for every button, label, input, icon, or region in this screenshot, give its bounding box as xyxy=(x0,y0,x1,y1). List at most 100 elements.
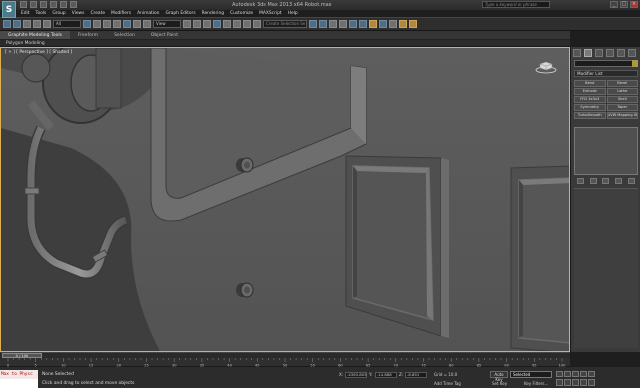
selection-filter-dropdown[interactable]: All xyxy=(53,20,81,28)
manipulate-icon[interactable] xyxy=(193,20,201,28)
menu-views[interactable]: Views xyxy=(69,10,88,17)
zoom-icon[interactable] xyxy=(556,379,563,386)
menu-group[interactable]: Group xyxy=(49,10,68,17)
select-by-name-icon[interactable] xyxy=(93,20,101,28)
reference-coord-dropdown[interactable]: View xyxy=(153,20,181,28)
percent-snap-icon[interactable] xyxy=(233,20,241,28)
undo-icon[interactable] xyxy=(3,20,11,28)
taper-button[interactable]: Taper xyxy=(606,104,638,111)
render-production-icon[interactable] xyxy=(399,20,407,28)
uvw-mapping-button[interactable]: UVW Mapping XF xyxy=(606,112,638,119)
perspective-viewport[interactable]: [ + ] [ Perspective ] [ Shaded ] xyxy=(0,47,570,352)
curve-editor-icon[interactable] xyxy=(349,20,357,28)
tab-graphite-modeling-tools[interactable]: Graphite Modeling Tools xyxy=(0,31,71,39)
previous-frame-icon[interactable] xyxy=(564,371,571,377)
tab-selection[interactable]: Selection xyxy=(106,31,143,39)
undo-icon[interactable] xyxy=(50,1,57,8)
named-selection-dropdown[interactable]: Create Selection Se xyxy=(263,20,307,28)
angle-snap-icon[interactable] xyxy=(223,20,231,28)
track-bar[interactable]: 0 5 10 15 20 25 30 35 40 45 50 55 60 65 70 75 80 85 90 95 10… xyxy=(0,358,570,367)
select-object-icon[interactable] xyxy=(83,20,91,28)
viewport-label[interactable]: [ + ] [ Perspective ] [ Shaded ] xyxy=(5,50,72,55)
menu-create[interactable]: Create xyxy=(87,10,108,17)
modifier-stack[interactable] xyxy=(574,127,638,175)
object-name-field[interactable] xyxy=(574,60,638,67)
display-tab-icon[interactable] xyxy=(617,49,625,57)
app-logo-button[interactable]: S xyxy=(2,1,16,18)
mirror-icon[interactable] xyxy=(309,20,317,28)
go-to-start-icon[interactable] xyxy=(556,371,563,377)
menu-maxscript[interactable]: MAXScript xyxy=(256,10,285,17)
rectangular-selection-icon[interactable] xyxy=(103,20,111,28)
menu-modifiers[interactable]: Modifiers xyxy=(108,10,134,17)
menu-graph-editors[interactable]: Graph Editors xyxy=(162,10,198,17)
select-rotate-icon[interactable] xyxy=(133,20,141,28)
configure-sets-icon[interactable] xyxy=(628,178,636,184)
create-tab-icon[interactable] xyxy=(573,49,581,57)
material-editor-icon[interactable] xyxy=(369,20,377,28)
render-teapot-icon[interactable] xyxy=(409,20,417,28)
zoom-all-icon[interactable] xyxy=(564,379,571,386)
pivot-center-icon[interactable] xyxy=(183,20,191,28)
edit-named-selection-icon[interactable] xyxy=(253,20,261,28)
tab-object-paint[interactable]: Object Paint xyxy=(143,31,186,39)
motion-tab-icon[interactable] xyxy=(606,49,614,57)
bind-space-warp-icon[interactable] xyxy=(43,20,51,28)
maxscript-listener[interactable]: Max to Physc xyxy=(0,370,38,379)
symmetry-button[interactable]: Symmetry xyxy=(574,104,606,111)
y-coordinate-field[interactable]: -14.868 xyxy=(375,372,397,378)
save-file-icon[interactable] xyxy=(40,1,47,8)
maxscript-output[interactable] xyxy=(0,379,38,388)
go-to-end-icon[interactable] xyxy=(588,371,595,377)
key-filters-button[interactable]: Key Filters... xyxy=(524,381,548,386)
ffd-button[interactable]: FFD 3x3x3 xyxy=(574,96,606,103)
menu-customize[interactable]: Customize xyxy=(227,10,256,17)
object-color-swatch[interactable] xyxy=(632,60,638,67)
extrude-button[interactable]: Extrude xyxy=(574,88,606,95)
pin-stack-icon[interactable] xyxy=(576,178,584,184)
modifier-list-dropdown[interactable]: Modifier List xyxy=(574,70,638,77)
schematic-view-icon[interactable] xyxy=(359,20,367,28)
menu-tools[interactable]: Tools xyxy=(33,10,50,17)
select-link-icon[interactable] xyxy=(23,20,31,28)
z-coordinate-field[interactable]: -8.891 xyxy=(405,372,427,378)
bend-button[interactable]: Bend xyxy=(574,80,606,87)
hierarchy-tab-icon[interactable] xyxy=(595,49,603,57)
tab-freeform[interactable]: Freeform xyxy=(70,31,106,39)
unlink-icon[interactable] xyxy=(33,20,41,28)
pan-icon[interactable] xyxy=(572,379,579,386)
maximize-viewport-icon[interactable] xyxy=(588,379,595,386)
keyboard-shortcut-icon[interactable] xyxy=(203,20,211,28)
snaps-toggle-icon[interactable] xyxy=(213,20,221,28)
menu-rendering[interactable]: Rendering xyxy=(199,10,227,17)
play-icon[interactable] xyxy=(572,371,579,377)
menu-edit[interactable]: Edit xyxy=(18,10,33,17)
open-file-icon[interactable] xyxy=(30,1,37,8)
modify-tab-icon[interactable] xyxy=(584,49,592,57)
menu-help[interactable]: Help xyxy=(285,10,301,17)
next-frame-icon[interactable] xyxy=(580,371,587,377)
menu-animation[interactable]: Animation xyxy=(134,10,162,17)
close-button[interactable]: × xyxy=(630,1,638,8)
key-set-dropdown[interactable]: Selected xyxy=(510,371,552,378)
ribbon-polygon-modeling[interactable]: Polygon Modeling xyxy=(0,41,45,46)
redo-icon[interactable] xyxy=(60,1,67,8)
spinner-snap-icon[interactable] xyxy=(243,20,251,28)
layer-manager-icon[interactable] xyxy=(329,20,337,28)
graphite-toggle-icon[interactable] xyxy=(339,20,347,28)
lathe-button[interactable]: Lathe xyxy=(606,88,638,95)
align-icon[interactable] xyxy=(319,20,327,28)
show-end-result-icon[interactable] xyxy=(589,178,597,184)
maximize-button[interactable]: □ xyxy=(620,1,628,8)
new-scene-icon[interactable] xyxy=(20,1,27,8)
set-key-button[interactable]: Set Key xyxy=(492,381,507,386)
orbit-icon[interactable] xyxy=(580,379,587,386)
search-input[interactable]: Type a keyword or phrase xyxy=(482,1,550,8)
minimize-button[interactable]: _ xyxy=(610,1,618,8)
bevel-button[interactable]: Bevel xyxy=(606,80,638,87)
select-scale-icon[interactable] xyxy=(143,20,151,28)
rendered-frame-icon[interactable] xyxy=(389,20,397,28)
x-coordinate-field[interactable]: -4363.803 xyxy=(345,372,367,378)
project-folder-icon[interactable] xyxy=(70,1,77,8)
remove-modifier-icon[interactable] xyxy=(615,178,623,184)
